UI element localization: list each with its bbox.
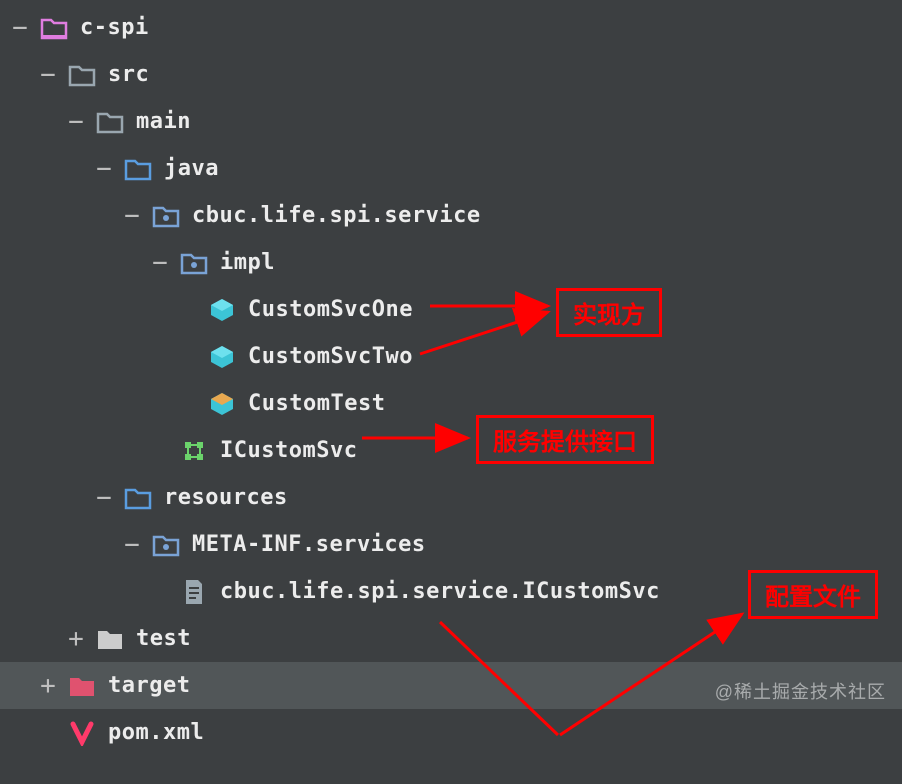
interface-icon [180, 437, 208, 465]
tree-label: src [108, 62, 149, 87]
watermark: @稀土掘金技术社区 [715, 678, 886, 704]
tree-label: CustomSvcTwo [248, 344, 413, 369]
tree-item-main[interactable]: − main [0, 98, 902, 145]
expand-toggle[interactable]: + [62, 624, 90, 654]
class-icon [208, 343, 236, 371]
module-folder-icon [40, 14, 68, 42]
folder-solid-icon [96, 625, 124, 653]
source-folder-icon [124, 155, 152, 183]
class-icon [208, 296, 236, 324]
tree-item-pom[interactable]: pom.xml [0, 709, 902, 756]
collapse-toggle[interactable]: − [118, 201, 146, 231]
tree-label: test [136, 626, 191, 651]
package-folder-icon [152, 202, 180, 230]
tree-label: cbuc.life.spi.service [192, 203, 481, 228]
package-folder-icon [180, 249, 208, 277]
tree-item-interface[interactable]: ICustomSvc [0, 427, 902, 474]
annotation-impl: 实现方 [556, 288, 662, 337]
tree-label: CustomTest [248, 391, 385, 416]
tree-label: ICustomSvc [220, 438, 357, 463]
resources-folder-icon [124, 484, 152, 512]
tree-item-resources[interactable]: − resources [0, 474, 902, 521]
annotation-interface: 服务提供接口 [476, 415, 654, 464]
tree-item-root[interactable]: − c-spi [0, 4, 902, 51]
tree-item-test[interactable]: + test [0, 615, 902, 662]
collapse-toggle[interactable]: − [118, 530, 146, 560]
tree-label: pom.xml [108, 720, 204, 745]
tree-label: target [108, 673, 190, 698]
tree-item-package[interactable]: − cbuc.life.spi.service [0, 192, 902, 239]
tree-item-class-one[interactable]: CustomSvcOne [0, 286, 902, 333]
tree-label: cbuc.life.spi.service.ICustomSvc [220, 579, 660, 604]
tree-item-test-class[interactable]: CustomTest [0, 380, 902, 427]
annotation-config: 配置文件 [748, 570, 878, 619]
collapse-toggle[interactable]: − [62, 107, 90, 137]
maven-icon [68, 719, 96, 747]
tree-item-src[interactable]: − src [0, 51, 902, 98]
tree-label: resources [164, 485, 288, 510]
collapse-toggle[interactable]: − [6, 13, 34, 43]
collapse-toggle[interactable]: − [90, 154, 118, 184]
tree-item-java[interactable]: − java [0, 145, 902, 192]
tree-label: CustomSvcOne [248, 297, 413, 322]
tree-label: impl [220, 250, 275, 275]
tree-item-class-two[interactable]: CustomSvcTwo [0, 333, 902, 380]
excluded-folder-icon [68, 672, 96, 700]
test-class-icon [208, 390, 236, 418]
collapse-toggle[interactable]: − [146, 248, 174, 278]
folder-icon [96, 108, 124, 136]
package-folder-icon [152, 531, 180, 559]
expand-toggle[interactable]: + [34, 671, 62, 701]
tree-label: main [136, 109, 191, 134]
text-file-icon [180, 578, 208, 606]
tree-label: META-INF.services [192, 532, 426, 557]
collapse-toggle[interactable]: − [90, 483, 118, 513]
folder-icon [68, 61, 96, 89]
collapse-toggle[interactable]: − [34, 60, 62, 90]
tree-item-metainf[interactable]: − META-INF.services [0, 521, 902, 568]
tree-label: java [164, 156, 219, 181]
tree-item-impl[interactable]: − impl [0, 239, 902, 286]
tree-label: c-spi [80, 15, 149, 40]
